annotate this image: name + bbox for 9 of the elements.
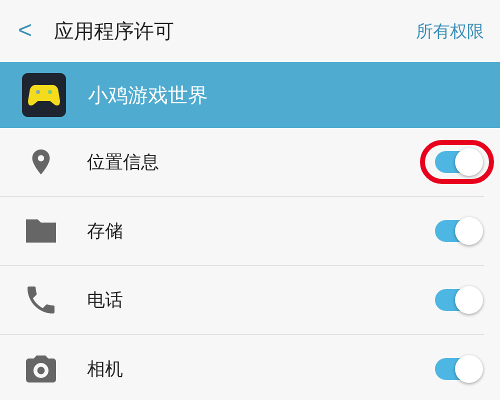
all-permissions-link[interactable]: 所有权限 [416, 20, 484, 42]
page-title: 应用程序许可 [54, 18, 175, 44]
back-button[interactable]: < [18, 17, 54, 45]
permission-label: 电话 [87, 289, 124, 312]
permission-label: 存储 [87, 220, 124, 243]
permission-label: 位置信息 [87, 151, 160, 174]
app-name: 小鸡游戏世界 [88, 82, 208, 108]
gamepad-app-icon [22, 73, 66, 117]
permission-label: 相机 [87, 358, 124, 381]
